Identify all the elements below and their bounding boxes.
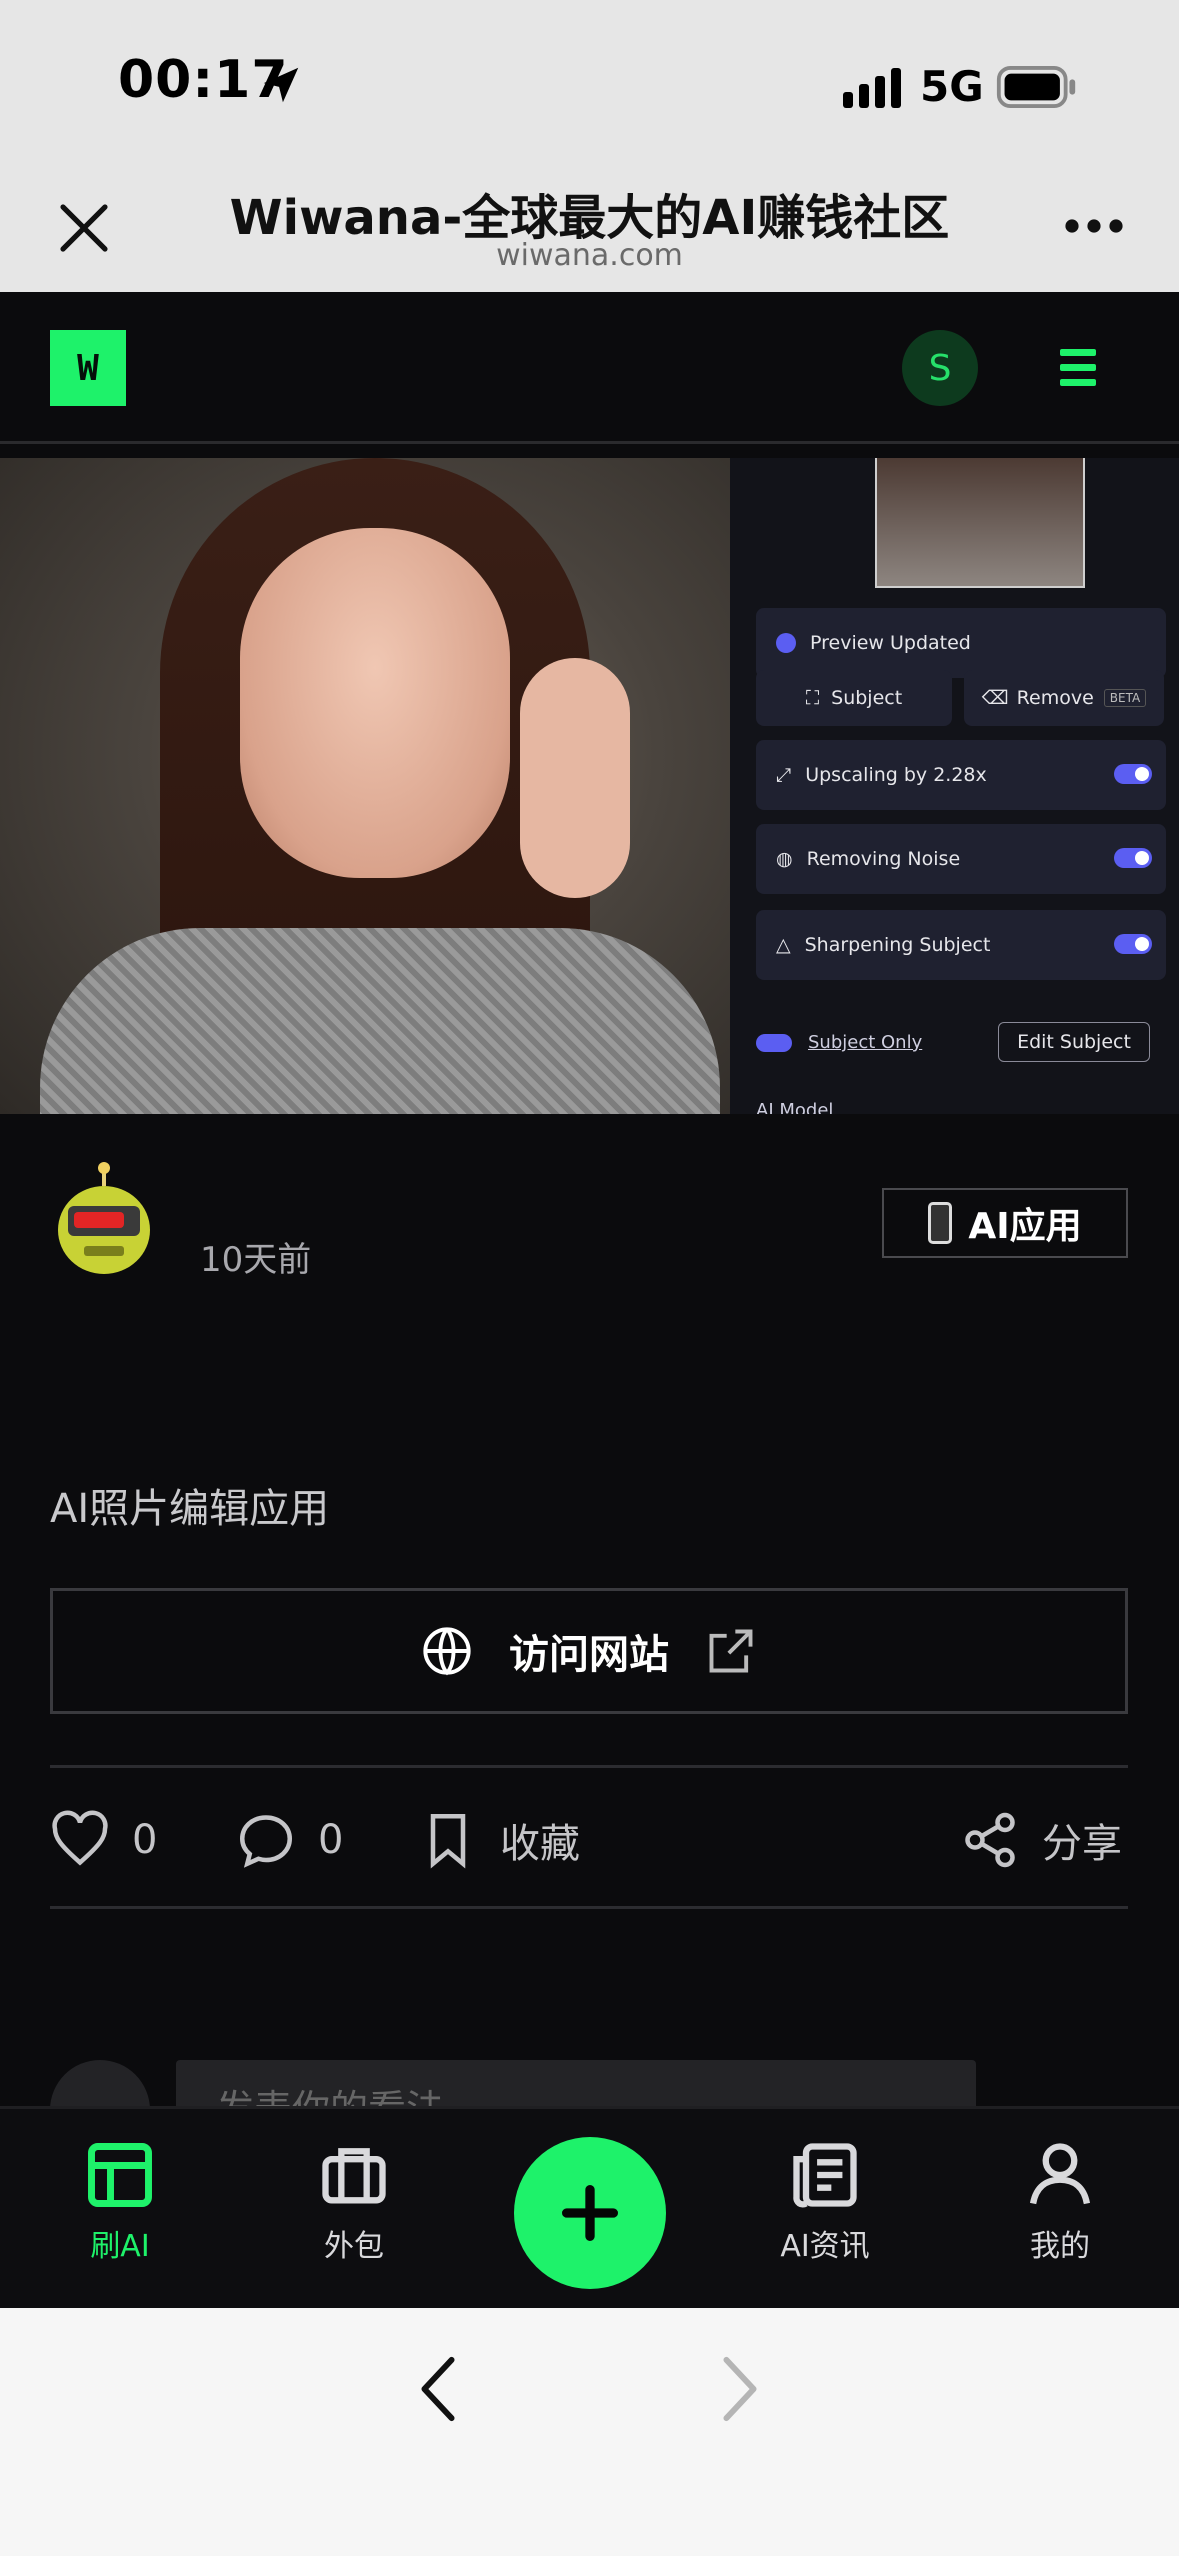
comment-input[interactable]: 发表你的看法	[176, 2060, 976, 2110]
page-domain: wiwana.com	[496, 238, 683, 273]
bookmark-button[interactable]: 收藏	[418, 1800, 580, 1880]
post-title: AI照片编辑应用	[50, 1486, 330, 1532]
post-cover-image[interactable]: Preview Updated ⛶ Subject ⌫ Remove BETA ⤢ Up…	[0, 458, 1179, 1114]
signal-icon	[843, 68, 901, 108]
edit-subject-button: Edit Subject	[998, 1022, 1150, 1062]
more-icon[interactable]	[1064, 216, 1124, 236]
like-button[interactable]: 0	[50, 1800, 157, 1880]
briefcase-icon	[322, 2148, 386, 2204]
post-actions: 0 0 收藏 分享	[50, 1800, 1128, 1880]
like-count: 0	[132, 1817, 158, 1863]
visit-website-label: 访问网站	[509, 1632, 669, 1678]
comment-count: 0	[318, 1817, 344, 1863]
site-logo[interactable]: W	[50, 330, 126, 406]
create-post-button[interactable]	[514, 2137, 666, 2289]
comment-button[interactable]: 0	[236, 1800, 343, 1880]
share-icon	[965, 1812, 1015, 1868]
ai-model-label: AI Model	[756, 1100, 834, 1114]
upscaling-row: ⤢ Upscaling by 2.28x	[756, 740, 1166, 810]
share-label: 分享	[1042, 1821, 1122, 1867]
site-header: W S	[0, 292, 1179, 444]
tab-mine[interactable]: 我的	[980, 2137, 1140, 2287]
visit-website-button[interactable]: 访问网站	[50, 1588, 1128, 1714]
news-icon	[793, 2143, 857, 2208]
mobile-phone-icon	[928, 1202, 953, 1244]
commenter-avatar	[50, 2060, 150, 2110]
author-robot-avatar[interactable]	[56, 1160, 162, 1280]
network-type: 5G	[920, 62, 984, 111]
browser-bottom-bar	[0, 2308, 1179, 2556]
subject-only-toggle: Subject Only	[756, 1032, 922, 1053]
editor-panel-screenshot: Preview Updated ⛶ Subject ⌫ Remove BETA ⤢ Up…	[730, 458, 1179, 1114]
divider-top	[50, 1765, 1128, 1768]
subject-button: ⛶ Subject	[756, 670, 952, 726]
divider-bottom	[50, 1906, 1128, 1909]
forward-arrow-icon[interactable]	[720, 2354, 760, 2424]
browser-header: Wiwana-全球最大的AI赚钱社区 wiwana.com	[0, 160, 1179, 292]
location-arrow-icon	[263, 67, 299, 103]
portrait-photo	[0, 458, 730, 1114]
share-button[interactable]: 分享	[960, 1800, 1122, 1880]
tab-ai-news[interactable]: AI资讯	[745, 2137, 905, 2287]
battery-icon	[996, 66, 1076, 108]
heart-icon	[52, 1810, 108, 1866]
preview-updated-row: Preview Updated	[756, 608, 1166, 678]
comment-icon	[239, 1815, 293, 1868]
tab-outsourcing[interactable]: 外包	[274, 2137, 434, 2287]
sharpen-row: △ Sharpening Subject	[756, 910, 1166, 980]
bookmark-icon	[430, 1814, 466, 1869]
external-link-icon	[709, 1629, 753, 1673]
category-badge[interactable]: AI应用	[882, 1188, 1128, 1258]
remove-button: ⌫ Remove BETA	[964, 670, 1164, 726]
user-avatar[interactable]: S	[902, 330, 978, 406]
user-icon	[1029, 2143, 1091, 2205]
globe-icon	[423, 1627, 471, 1676]
back-arrow-icon[interactable]	[418, 2354, 458, 2424]
post-time: 10天前	[200, 1240, 312, 1280]
menu-icon[interactable]	[1056, 342, 1100, 392]
tab-shua-ai[interactable]: 刷AI	[40, 2137, 200, 2287]
bookmark-label: 收藏	[500, 1821, 580, 1867]
bottom-tab-bar: 刷AI 外包 AI资讯 我的	[0, 2106, 1179, 2308]
plus-icon	[562, 2185, 618, 2241]
preview-thumbnail	[875, 458, 1085, 588]
layout-icon	[88, 2143, 152, 2207]
noise-row: ◍ Removing Noise	[756, 824, 1166, 894]
status-bar: 00:17 5G	[0, 0, 1179, 160]
